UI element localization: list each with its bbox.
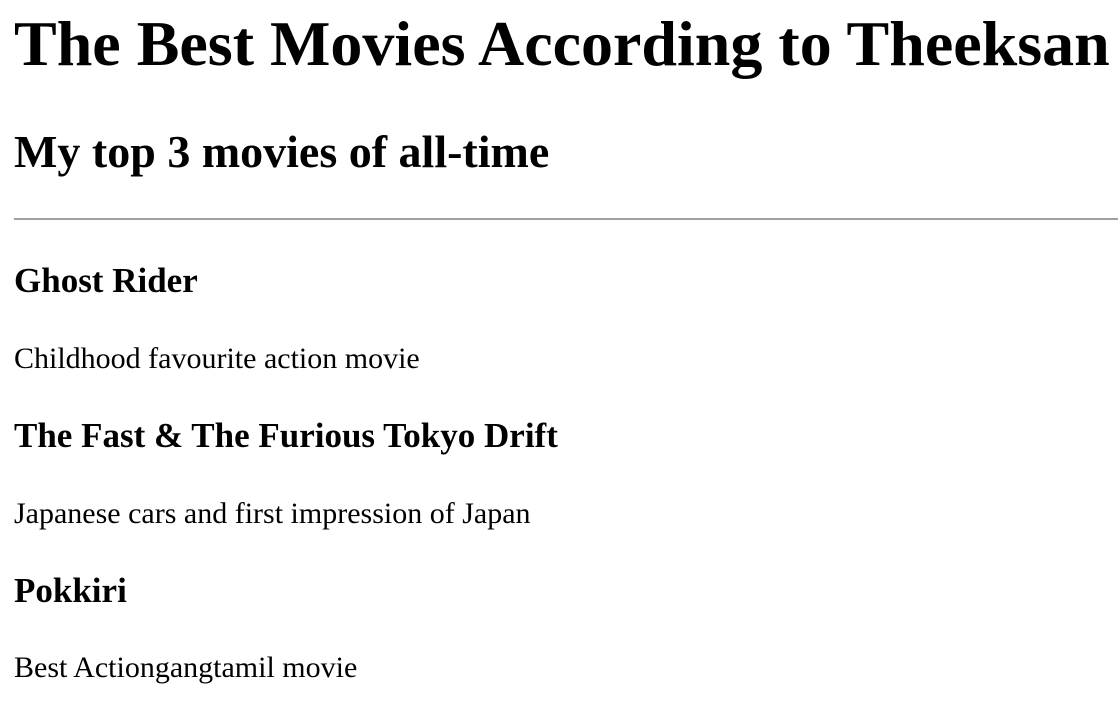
movie-title: Pokkiri (14, 571, 127, 610)
movie-title: The Fast & The Furious Tokyo Drift (14, 416, 558, 455)
movie-title: Ghost Rider (14, 261, 198, 300)
page-title: The Best Movies According to Theeksan (14, 8, 1110, 79)
movie-description: Childhood favourite action movie (14, 342, 420, 375)
divider (14, 218, 1118, 220)
movie-description: Japanese cars and first impression of Ja… (14, 497, 531, 530)
movie-description: Best Actiongangtamil movie (14, 651, 358, 684)
page-subtitle: My top 3 movies of all-time (14, 126, 550, 177)
page: The Best Movies According to Theeksan My… (0, 0, 1118, 704)
